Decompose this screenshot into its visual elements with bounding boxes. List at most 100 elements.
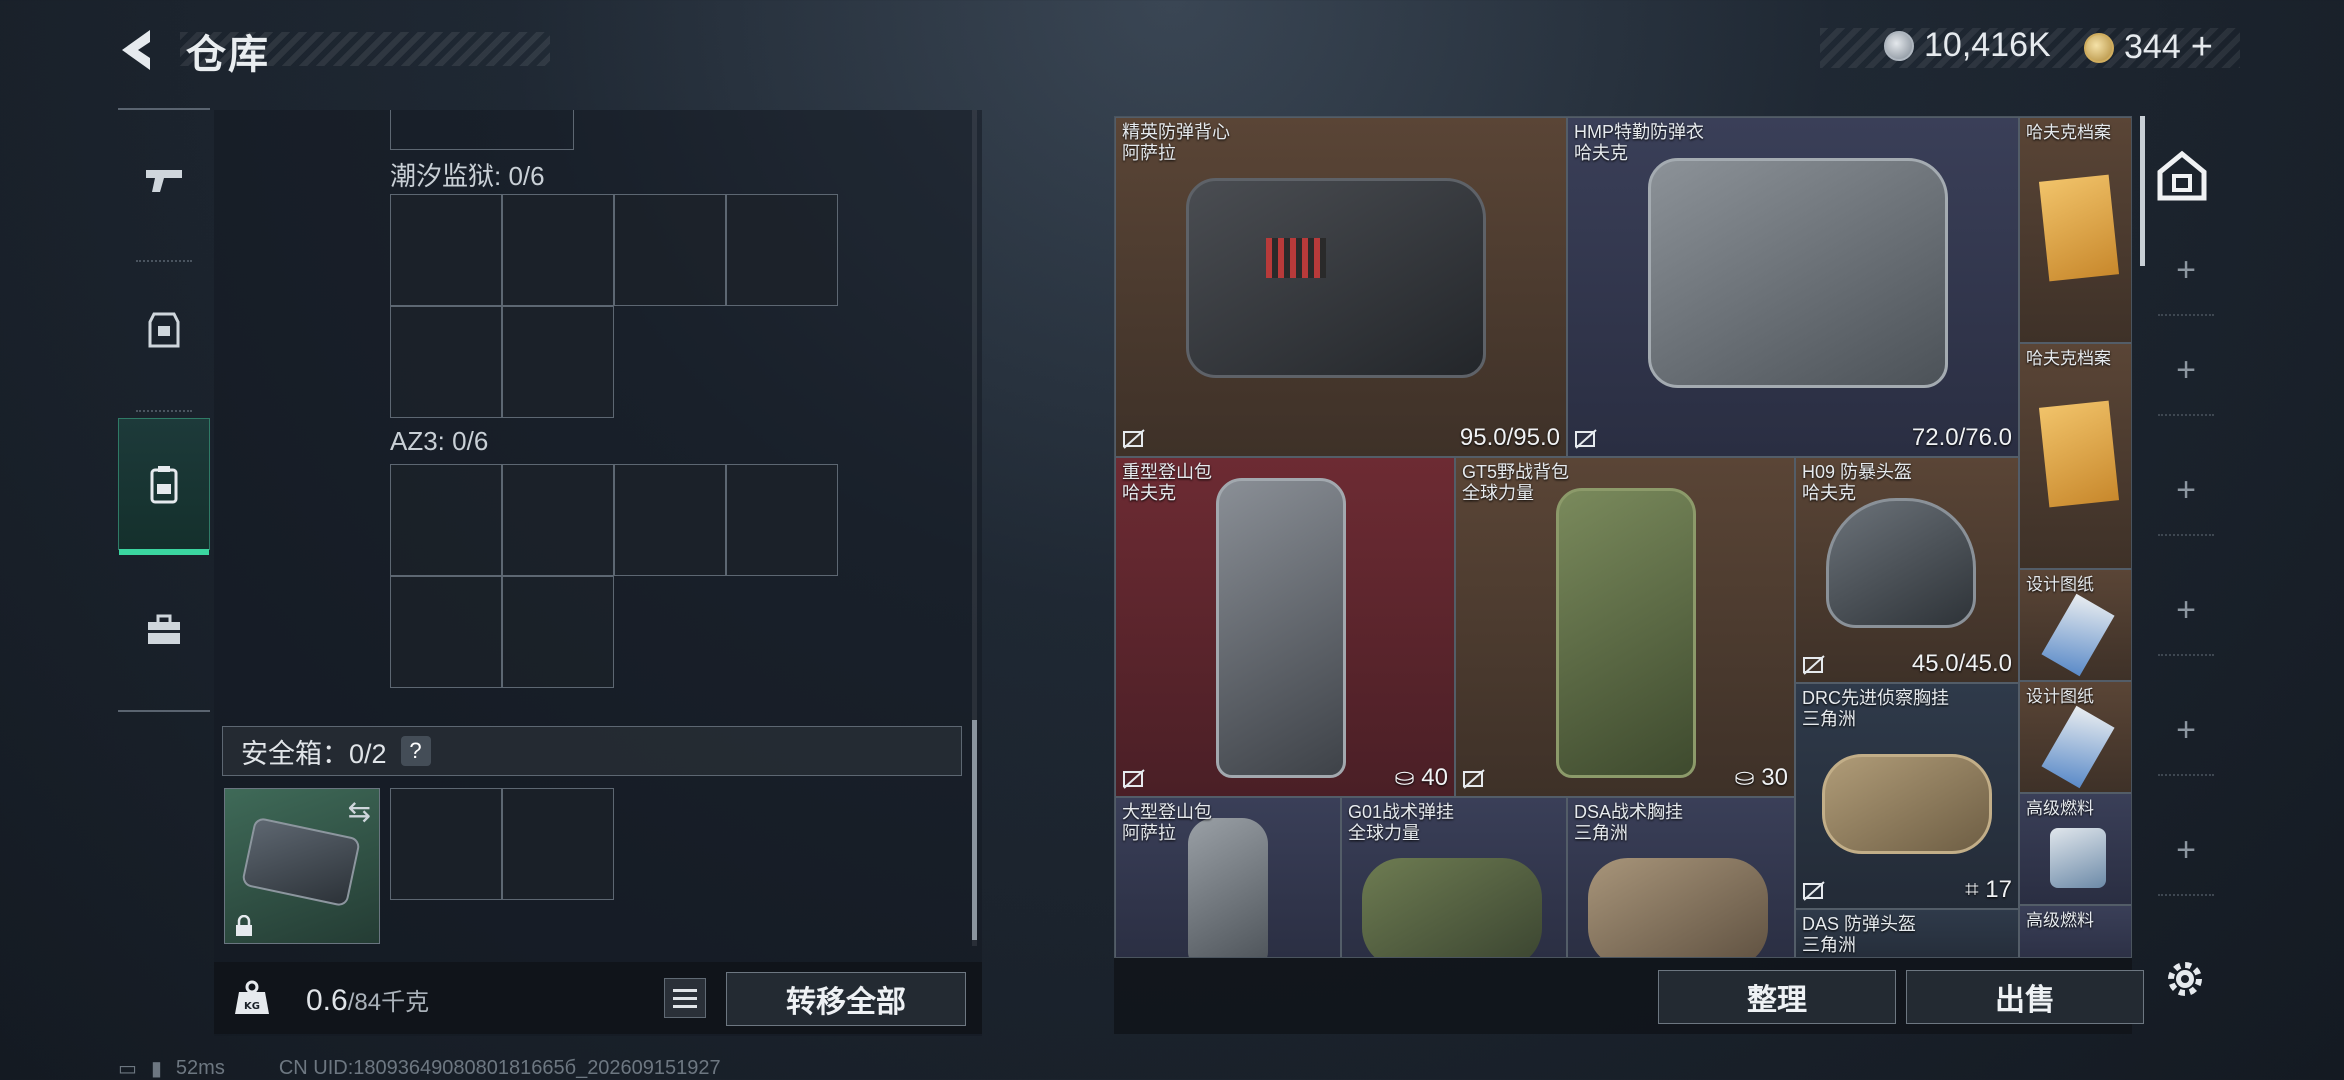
blueprint-image — [2041, 705, 2115, 789]
back-button[interactable] — [112, 24, 164, 76]
storage-rail: + + + + + + — [2150, 116, 2222, 958]
grid-slot[interactable] — [502, 194, 614, 306]
inventory-item[interactable]: 大型登山包 阿萨拉 — [1115, 797, 1341, 957]
vest-image — [1186, 178, 1486, 378]
inventory-item[interactable]: HMP特勤防弹衣 哈夫克 72.0/76.0 — [1567, 117, 2019, 457]
signal-icon: ▮ — [150, 1058, 162, 1080]
item-name: 高级燃料 — [2026, 799, 2094, 818]
inventory-item[interactable]: GT5野战背包 全球力量 ⛀ 30 — [1455, 457, 1795, 797]
swap-icon[interactable]: ⇆ — [348, 795, 371, 828]
item-brand: 全球力量 — [1462, 483, 1534, 503]
safe-box-item[interactable]: ⇆ — [224, 788, 380, 944]
add-storage-button[interactable]: + — [2158, 226, 2214, 316]
grid-slot[interactable] — [726, 194, 838, 306]
add-currency-button[interactable]: + — [2191, 26, 2213, 69]
document-image — [2038, 400, 2120, 508]
inventory-item[interactable]: 高级燃料 — [2019, 793, 2131, 905]
grid-slot[interactable] — [390, 194, 502, 306]
add-storage-button[interactable]: + — [2158, 806, 2214, 896]
inventory-item[interactable]: H09 防暴头盔 哈夫克 45.0/45.0 — [1795, 457, 2019, 683]
help-icon[interactable]: ? — [400, 736, 431, 766]
inventory-item[interactable]: 高级燃料 — [2019, 905, 2131, 957]
category-backpack[interactable] — [118, 418, 210, 555]
grid-slot[interactable] — [614, 464, 726, 576]
item-name: 大型登山包 — [1122, 802, 1212, 822]
item-capacity: 30 — [1761, 764, 1788, 791]
sort-button[interactable]: 整理 — [1658, 970, 1896, 1024]
grid-slot[interactable] — [726, 464, 838, 576]
item-durability: 72.0/76.0 — [1911, 424, 2012, 451]
weight-icon: KG — [235, 980, 269, 1014]
inventory-item[interactable]: DRC先进侦察胸挂 三角洲 ⌗ 17 — [1795, 683, 2019, 909]
inventory-item[interactable]: DSA战术胸挂 三角洲 — [1567, 797, 1795, 957]
category-weapon[interactable] — [118, 120, 210, 240]
add-storage-button[interactable]: + — [2158, 686, 2214, 776]
category-armor[interactable] — [118, 270, 210, 390]
item-durability: 95.0/95.0 — [1459, 424, 1560, 451]
item-capacity: 40 — [1421, 764, 1448, 791]
list-view-button[interactable] — [664, 978, 706, 1018]
add-storage-button[interactable]: + — [2158, 326, 2214, 416]
transfer-all-button[interactable]: 转移全部 — [726, 972, 966, 1026]
item-name: HMP特勤防弹衣 — [1574, 122, 1704, 142]
item-name: DSA战术胸挂 — [1574, 802, 1684, 822]
grid-slot[interactable] — [502, 788, 614, 900]
ping-text: 52ms — [175, 1057, 225, 1079]
item-capacity: 17 — [1985, 876, 2012, 903]
grid-slot[interactable] — [502, 464, 614, 576]
grid-slot[interactable] — [502, 576, 614, 688]
inventory-item[interactable]: 设计图纸 — [2019, 569, 2131, 681]
armor-icon — [148, 312, 180, 348]
capacity-icon: ⛀ — [1394, 764, 1422, 791]
category-rail — [118, 108, 210, 712]
grid-slot[interactable] — [390, 788, 502, 900]
status-bar: ▭ ▮ 52ms CN UID:1809364908080181665б_202… — [118, 1056, 721, 1080]
inventory-item[interactable]: DAS 防弹头盔 三角洲 — [1795, 909, 2019, 957]
container-slot-partial[interactable] — [390, 110, 574, 150]
item-name: 哈夫克档案 — [2026, 123, 2111, 142]
left-scrollbar-thumb[interactable] — [972, 720, 977, 940]
capacity-icon: ⛀ — [1734, 764, 1762, 791]
blueprint-image — [2041, 593, 2115, 677]
grid-slot[interactable] — [614, 194, 726, 306]
no-trade-icon — [1123, 429, 1145, 449]
silver-coin-icon — [1884, 30, 1914, 61]
add-storage-button[interactable]: + — [2158, 446, 2214, 536]
inventory-item[interactable]: 哈夫克档案 — [2019, 343, 2131, 569]
sell-button[interactable]: 出售 — [1906, 970, 2144, 1024]
grid-slot[interactable] — [390, 306, 502, 418]
safe-case-image — [240, 816, 362, 908]
item-brand: 哈夫克 — [1574, 143, 1628, 163]
inventory-grid: 精英防弹背心 阿萨拉 95.0/95.0 HMP特勤防弹衣 哈夫克 72.0/76.… — [1114, 116, 2132, 958]
item-name: G01战术弹挂 — [1348, 802, 1455, 822]
helmet-image — [1826, 498, 1976, 628]
page-title: 仓库 — [186, 33, 270, 77]
container-label-tidal-prison: 潮汐监狱: 0/6 — [390, 161, 545, 191]
no-trade-icon — [1803, 655, 1825, 675]
item-brand: 三角洲 — [1802, 709, 1856, 729]
document-image — [2038, 174, 2120, 282]
battery-icon: ▭ — [118, 1058, 137, 1080]
gear-icon[interactable] — [2162, 956, 2208, 1002]
grid-slot[interactable] — [502, 306, 614, 418]
inventory-item[interactable]: G01战术弹挂 全球力量 — [1341, 797, 1567, 957]
grid-slot[interactable] — [390, 576, 502, 688]
inventory-scrollbar[interactable] — [2140, 116, 2145, 266]
item-brand: 三角洲 — [1574, 823, 1628, 843]
svg-text:KG: KG — [244, 1001, 260, 1012]
backpack-image — [1216, 478, 1346, 778]
inventory-item[interactable]: 重型登山包 哈夫克 ⛀ 40 — [1115, 457, 1455, 797]
gold-amount: 344 — [2124, 28, 2181, 66]
grid-slot[interactable] — [390, 464, 502, 576]
chest-rig-image — [1822, 754, 1992, 854]
container-label-az3: AZ3: 0/6 — [390, 426, 489, 456]
inventory-item[interactable]: 设计图纸 — [2019, 681, 2131, 793]
gold-coin-icon — [2084, 32, 2114, 63]
no-trade-icon — [1803, 881, 1825, 901]
inventory-item[interactable]: 精英防弹背心 阿萨拉 95.0/95.0 — [1115, 117, 1567, 457]
inventory-item[interactable]: 哈夫克档案 — [2019, 117, 2131, 343]
back-arrow-icon — [122, 30, 150, 70]
add-storage-button[interactable]: + — [2158, 566, 2214, 656]
item-brand: 全球力量 — [1348, 823, 1420, 843]
category-toolbox[interactable] — [118, 570, 210, 690]
